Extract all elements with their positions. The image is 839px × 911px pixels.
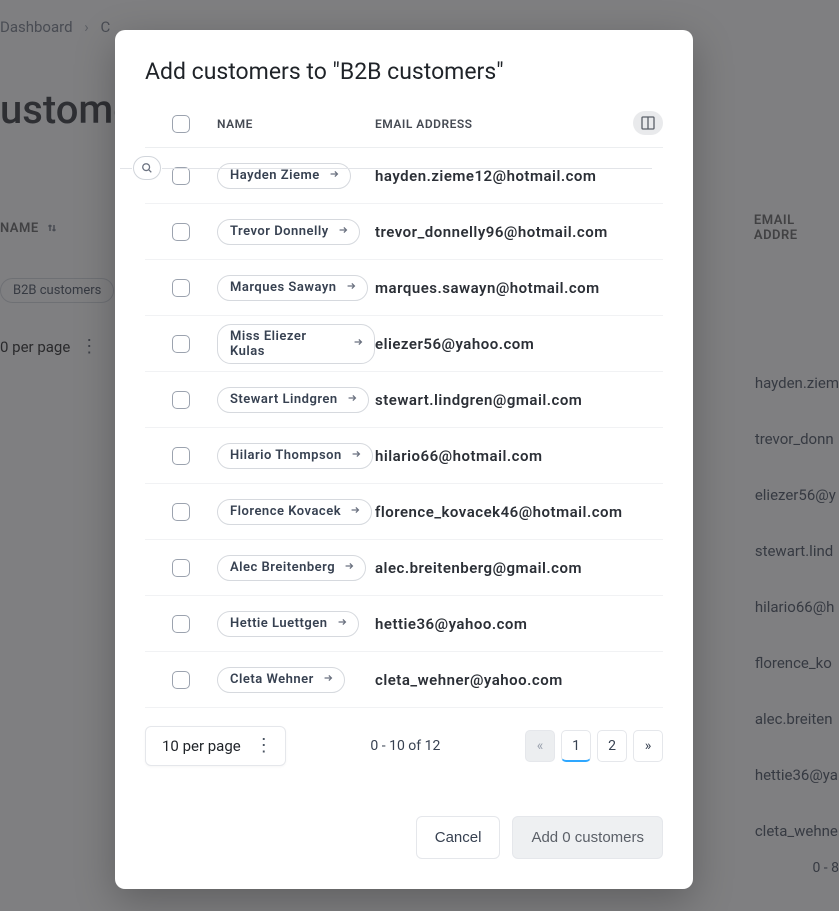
pagination: « 1 2 » <box>525 730 663 762</box>
arrow-right-icon <box>350 448 362 464</box>
customer-email: florence_kovacek46@hotmail.com <box>375 503 663 521</box>
range-label: 0 - 10 of 12 <box>370 738 440 754</box>
customer-email: stewart.lindgren@gmail.com <box>375 391 663 409</box>
customer-chip[interactable]: Marques Sawayn <box>217 275 368 301</box>
customer-name: Florence Kovacek <box>230 504 341 519</box>
arrow-right-icon <box>352 336 364 352</box>
arrow-right-icon <box>349 504 361 520</box>
customer-chip[interactable]: Hayden Zieme <box>217 163 351 189</box>
customer-chip[interactable]: Miss Eliezer Kulas <box>217 324 375 364</box>
row-checkbox[interactable] <box>172 615 190 633</box>
customer-chip[interactable]: Stewart Lindgren <box>217 387 369 413</box>
row-checkbox[interactable] <box>172 391 190 409</box>
customer-email: hilario66@hotmail.com <box>375 447 663 465</box>
customer-email: trevor_donnelly96@hotmail.com <box>375 223 663 241</box>
column-header-name[interactable]: NAME <box>217 117 375 131</box>
row-checkbox[interactable] <box>172 559 190 577</box>
cancel-button[interactable]: Cancel <box>416 816 501 859</box>
customer-chip[interactable]: Cleta Wehner <box>217 667 345 693</box>
table-row: Hilario Thompson hilario66@hotmail.com <box>145 428 663 484</box>
customer-name: Cleta Wehner <box>230 672 314 687</box>
modal-title: Add customers to "B2B customers" <box>145 58 663 85</box>
arrow-right-icon <box>322 672 334 688</box>
customer-chip[interactable]: Florence Kovacek <box>217 499 372 525</box>
table-row: Marques Sawayn marques.sawayn@hotmail.com <box>145 260 663 316</box>
row-checkbox[interactable] <box>172 167 190 185</box>
arrow-right-icon <box>337 224 349 240</box>
arrow-right-icon <box>343 560 355 576</box>
customer-email: cleta_wehner@yahoo.com <box>375 671 663 689</box>
table-row: Miss Eliezer Kulas eliezer56@yahoo.com <box>145 316 663 372</box>
search-button[interactable] <box>133 156 161 180</box>
customer-chip[interactable]: Hilario Thompson <box>217 443 373 469</box>
page-1[interactable]: 1 <box>561 730 591 762</box>
table-row: Hayden Zieme hayden.zieme12@hotmail.com <box>145 148 663 204</box>
customer-name: Trevor Donnelly <box>230 224 329 239</box>
customer-email: hettie36@yahoo.com <box>375 615 663 633</box>
customer-name: Miss Eliezer Kulas <box>230 329 344 359</box>
customer-name: Hettie Luettgen <box>230 616 328 631</box>
table-row: Trevor Donnelly trevor_donnelly96@hotmail… <box>145 204 663 260</box>
table-body: Hayden Zieme hayden.zieme12@hotmail.com Tr… <box>145 148 663 708</box>
page-2[interactable]: 2 <box>597 730 627 762</box>
customer-email: alec.breitenberg@gmail.com <box>375 559 663 577</box>
arrow-right-icon <box>346 392 358 408</box>
select-all-checkbox[interactable] <box>172 115 190 133</box>
customer-name: Alec Breitenberg <box>230 560 335 575</box>
row-checkbox[interactable] <box>172 503 190 521</box>
table-footer: 10 per page ⋮ 0 - 10 of 12 « 1 2 » <box>145 708 663 766</box>
arrow-right-icon <box>328 168 340 184</box>
modal-actions: Cancel Add 0 customers <box>145 816 663 859</box>
customer-name: Hilario Thompson <box>230 448 342 463</box>
page-prev[interactable]: « <box>525 730 555 762</box>
table-row: Stewart Lindgren stewart.lindgren@gmail.c… <box>145 372 663 428</box>
row-checkbox[interactable] <box>172 223 190 241</box>
customer-email: hayden.zieme12@hotmail.com <box>375 167 663 185</box>
add-customers-modal: Add customers to "B2B customers" NAME EM… <box>115 30 693 889</box>
arrow-right-icon <box>336 616 348 632</box>
more-vertical-icon: ⋮ <box>255 737 273 755</box>
table-row: Cleta Wehner cleta_wehner@yahoo.com <box>145 652 663 708</box>
table-header-row: NAME EMAIL ADDRESS <box>145 115 663 148</box>
add-customers-button[interactable]: Add 0 customers <box>512 816 663 859</box>
per-page-selector[interactable]: 10 per page ⋮ <box>145 726 286 766</box>
row-checkbox[interactable] <box>172 279 190 297</box>
customer-chip[interactable]: Trevor Donnelly <box>217 219 360 245</box>
table-row: Florence Kovacek florence_kovacek46@hotma… <box>145 484 663 540</box>
customer-name: Hayden Zieme <box>230 168 320 183</box>
table-row: Hettie Luettgen hettie36@yahoo.com <box>145 596 663 652</box>
row-checkbox[interactable] <box>172 671 190 689</box>
customer-chip[interactable]: Alec Breitenberg <box>217 555 366 581</box>
customer-chip[interactable]: Hettie Luettgen <box>217 611 359 637</box>
customer-email: eliezer56@yahoo.com <box>375 335 663 353</box>
arrow-right-icon <box>345 280 357 296</box>
table-row: Alec Breitenberg alec.breitenberg@gmail.c… <box>145 540 663 596</box>
customer-name: Stewart Lindgren <box>230 392 338 407</box>
page-next[interactable]: » <box>633 730 663 762</box>
customer-email: marques.sawayn@hotmail.com <box>375 279 663 297</box>
customer-name: Marques Sawayn <box>230 280 337 295</box>
column-header-email[interactable]: EMAIL ADDRESS <box>375 117 663 131</box>
row-checkbox[interactable] <box>172 447 190 465</box>
row-checkbox[interactable] <box>172 335 190 353</box>
density-toggle[interactable] <box>633 111 663 135</box>
